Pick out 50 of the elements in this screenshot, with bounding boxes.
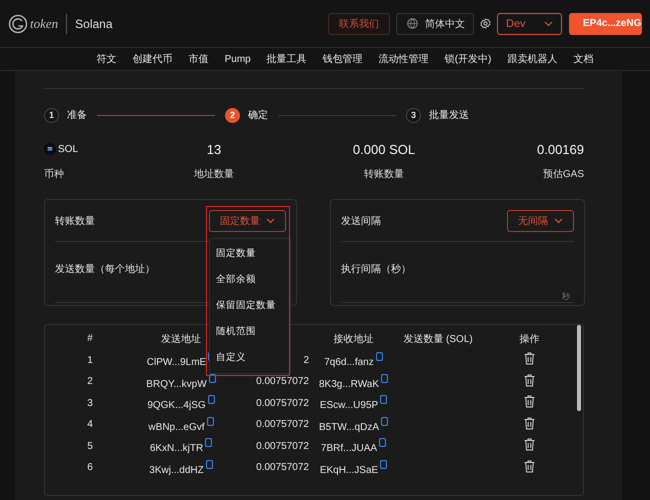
sender-address: ClPW...9LmE (146, 357, 206, 368)
logo-text: token (30, 16, 58, 32)
unit-text: 秒 (562, 290, 570, 302)
step-label: 批量发送 (429, 108, 469, 122)
stat-value: 0.000 SOL (352, 141, 416, 157)
column-header: 发送数量 (SOL) (403, 332, 473, 346)
sender-address: BRQY...kvpW (146, 378, 207, 390)
receiver-address: EScw...U95P (320, 400, 378, 412)
stat-label: 转账数量 (364, 168, 404, 181)
step-number: 3 (406, 108, 421, 122)
amount-cell-text: 0.00757072 (256, 419, 310, 430)
receiver-address: 7BRf...JUAA (320, 443, 378, 454)
step-number: 2 (225, 108, 240, 122)
stat-value: 0.00169 (537, 141, 584, 157)
receiver-address: B5TW...qDzA (318, 422, 379, 433)
amount-cell-text: 2 (303, 354, 310, 366)
amount-cell-text: 0.00757072 (256, 376, 310, 388)
row-number: 2 (87, 376, 93, 388)
column-header: # (87, 333, 93, 344)
stat-label: 币种 (44, 168, 64, 181)
step-label: 确定 (248, 108, 268, 122)
row-number: 3 (87, 398, 93, 409)
stat-label: 预估GAS (542, 168, 584, 181)
amount-per-address-label: 发送数量（每个地址） (55, 264, 155, 275)
column-header: 接收地址 (334, 332, 374, 346)
amount-mode-label: 转账数量 (55, 214, 95, 228)
receiver-address: EKqH...JSaE (320, 464, 378, 476)
interval-label: 发送间隔 (341, 214, 381, 228)
sender-address: 3Kwj...ddHZ (149, 464, 204, 476)
sender-address: wBNp...eGvf (148, 422, 205, 433)
row-number: 1 (87, 354, 93, 366)
row-number: 6 (87, 462, 93, 474)
amount-cell-text: 0.00757072 (256, 440, 310, 452)
step-label: 准备 (67, 108, 87, 122)
exec-interval-label: 执行间隔（秒） (341, 264, 411, 275)
stat-label: 地址数量 (194, 168, 234, 181)
row-number: 5 (87, 440, 93, 452)
receiver-address: 8K3g...RWaK (318, 378, 380, 390)
sender-address: 9QGK...4jSG (147, 400, 206, 412)
column-header: 操作 (520, 332, 540, 346)
stat-value: 13 (206, 141, 222, 157)
sender-address: 6KxN...kjTR (150, 443, 204, 454)
network-name: Solana (75, 16, 113, 30)
amount-cell-text: 0.00757072 (256, 462, 310, 474)
row-number: 4 (87, 419, 93, 430)
token-symbol: SOL (58, 144, 78, 154)
receiver-address: 7q6d...fanz (324, 357, 374, 368)
step-number: 1 (44, 108, 59, 122)
column-header: 发送地址 (161, 332, 201, 346)
amount-cell-text: 0.00757072 (256, 398, 310, 409)
